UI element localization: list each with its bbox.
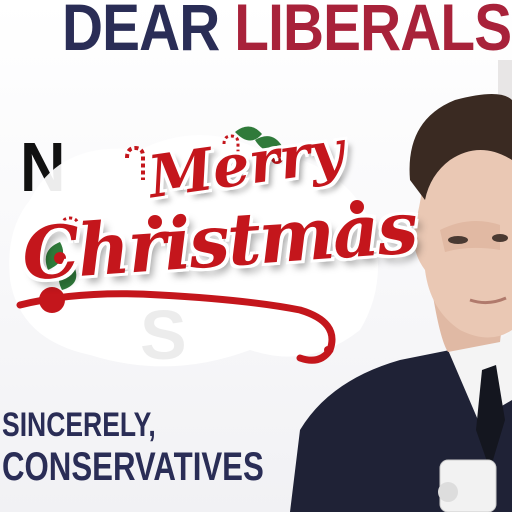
holly-leaf-1 xyxy=(235,126,262,141)
ornament-3 xyxy=(39,287,65,313)
swirl-dot xyxy=(324,346,332,354)
merry-christmas-sticker xyxy=(9,126,379,367)
ornament-1 xyxy=(271,152,283,164)
ornament-5 xyxy=(148,215,162,229)
eye-right xyxy=(492,234,508,242)
ornament-4 xyxy=(54,252,66,264)
eye-left xyxy=(448,236,468,244)
sticker-backing xyxy=(9,135,379,367)
holly-leaf-2 xyxy=(255,136,282,151)
ornament-2 xyxy=(350,200,364,214)
microphone-grille xyxy=(438,482,458,502)
